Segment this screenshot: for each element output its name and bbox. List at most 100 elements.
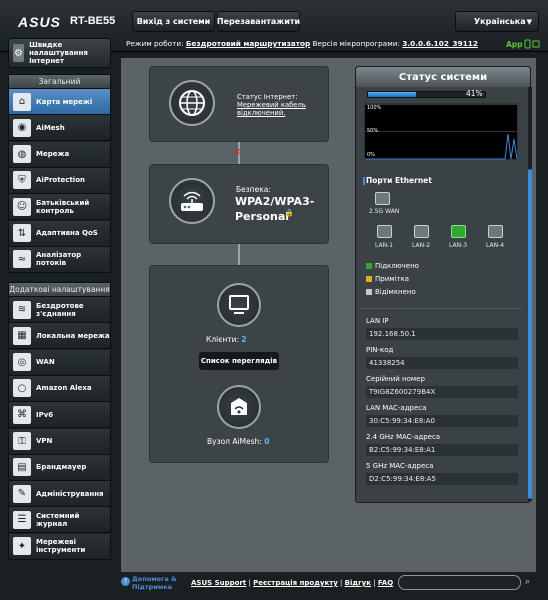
- quick-internet-setup-button[interactable]: ⚙ Швидке налаштування Інтернет: [8, 38, 111, 68]
- app-link[interactable]: App: [506, 40, 523, 49]
- wan-port-icon[interactable]: [375, 192, 390, 205]
- lan-port-icon[interactable]: [414, 225, 429, 238]
- firmware-link[interactable]: 3.0.0.6.102_39112: [402, 39, 478, 48]
- sidebar-item-parental[interactable]: ☺ Батьківський контроль: [8, 194, 111, 221]
- scrollbar-thumb[interactable]: [528, 169, 532, 499]
- sidebar-item-vpn[interactable]: ⚿ VPN: [8, 428, 111, 455]
- info-value: B2:C5:99:34:E8:A1: [366, 444, 518, 456]
- parental-icon: ☺: [13, 197, 31, 216]
- cpu-graph-line: [365, 133, 518, 160]
- ethernet-ports-title: Порти Ethernet: [366, 176, 432, 185]
- sidebar-item-tools[interactable]: ✦ Мережеві інструменти: [8, 533, 111, 560]
- sidebar-item-label: Бездротове з'єднання: [36, 301, 84, 318]
- lan-port-icon[interactable]: [451, 225, 466, 238]
- language-select[interactable]: Українська ▼: [455, 11, 539, 32]
- mode-label: Режим роботи:: [126, 39, 184, 48]
- sidebar-item-network-map[interactable]: ⌂ Карта мережі: [8, 89, 111, 115]
- sidebar-item-label: VPN: [36, 437, 53, 445]
- vpn-icon: ⚿: [13, 432, 31, 450]
- sidebar-item-label: Адміністрування: [36, 489, 104, 498]
- sidebar-item-ipv6[interactable]: ⌘ IPv6: [8, 402, 111, 429]
- sidebar-item-wireless[interactable]: ≋ Бездротове з'єднання: [8, 297, 111, 323]
- sidebar-item-lan[interactable]: ▦ Локальна мережа: [8, 323, 111, 350]
- help-icon[interactable]: ?: [121, 577, 130, 586]
- aimesh-count: Вузол AiMesh: 0: [207, 437, 269, 446]
- sep: |: [371, 579, 378, 587]
- legend-item: Відімкнено: [366, 288, 416, 296]
- router-icon[interactable]: [169, 178, 215, 224]
- info-value: 30:C5:99:34:E8:A0: [366, 415, 518, 427]
- logout-button[interactable]: Вихід з системи: [132, 11, 215, 32]
- info-value: 41338254: [366, 357, 518, 369]
- sidebar-item-wan[interactable]: ◎ WAN: [8, 349, 111, 376]
- info-label: LAN MAC-адреса: [366, 404, 427, 412]
- legend-item: Підключено: [366, 262, 419, 270]
- qos-icon: ⇅: [13, 224, 31, 242]
- clients-monitor-icon[interactable]: [217, 283, 261, 327]
- sidebar-item-aimesh[interactable]: ◉ AiMesh: [8, 115, 111, 142]
- sidebar-item-label: Аналізатор потоків: [36, 251, 82, 268]
- sidebar-item-alexa[interactable]: ○ Amazon Alexa: [8, 375, 111, 402]
- lan-port-icon[interactable]: [488, 225, 503, 238]
- search-input[interactable]: [398, 575, 521, 590]
- mode-link[interactable]: Бездротовий маршрутизатор: [186, 39, 310, 48]
- sidebar-item-label: Системний журнал: [36, 511, 80, 528]
- app-icons[interactable]: [524, 39, 540, 51]
- sidebar-item-log[interactable]: ☰ Системний журнал: [8, 507, 111, 534]
- aimesh-node-icon[interactable]: [217, 385, 261, 429]
- asus-support-link[interactable]: ASUS Support: [191, 579, 246, 587]
- status-scrollbar[interactable]: [528, 87, 532, 501]
- cpu-usage-fill: [368, 92, 416, 97]
- model-name: RT-BE55: [70, 15, 116, 27]
- tools-icon: ✦: [13, 537, 31, 556]
- legend-label: Відімкнено: [375, 288, 416, 296]
- sidebar-item-shield[interactable]: ⛨ AiProtection: [8, 167, 111, 194]
- aimesh-number[interactable]: 0: [264, 437, 269, 446]
- help-support-link[interactable]: Допомога & Підтримка: [132, 575, 184, 591]
- feedback-link[interactable]: Відгук: [345, 579, 371, 587]
- view-list-button[interactable]: Список переглядів: [199, 352, 279, 370]
- aimesh-icon: ◉: [13, 118, 31, 137]
- sidebar-item-label: Локальна мережа: [36, 331, 110, 340]
- disconnected-x-icon: ✕: [233, 147, 242, 158]
- info-label: 5 GHz MAC-адреса: [366, 462, 434, 470]
- wan-port-label: 2.5G WAN: [369, 208, 400, 215]
- legend-swatch: [366, 263, 372, 269]
- security-value[interactable]: WPA2/WPA3-Personal: [235, 194, 315, 224]
- legend-swatch: [366, 276, 372, 282]
- reboot-button[interactable]: Перезавантажити: [217, 11, 300, 32]
- section-marker: [363, 177, 365, 185]
- lan-port-label: LAN-2: [412, 242, 431, 249]
- clients-number[interactable]: 2: [241, 335, 246, 344]
- chevron-down-icon: ▼: [526, 18, 532, 26]
- alexa-icon: ○: [13, 379, 31, 398]
- asus-logo[interactable]: ASUS: [18, 14, 61, 30]
- lan-port-icon[interactable]: [377, 225, 392, 238]
- ipv6-icon: ⌘: [13, 405, 31, 424]
- sidebar-item-firewall[interactable]: ▤ Брандмауер: [8, 454, 111, 481]
- search-icon[interactable]: ⌕: [525, 577, 530, 587]
- internet-globe-icon[interactable]: [169, 80, 215, 126]
- clients-count: Клієнти: 2: [206, 335, 247, 344]
- advanced-section-header: Додаткові налаштування: [8, 282, 111, 297]
- sidebar-item-label: Мережа: [36, 150, 70, 159]
- lock-icon: 🔒: [285, 209, 294, 217]
- security-label: Безпека:: [236, 185, 271, 194]
- faq-link[interactable]: FAQ: [378, 579, 393, 587]
- info-label: Серійний номер: [366, 375, 425, 383]
- sidebar-item-qos[interactable]: ⇅ Адаптивна QoS: [8, 220, 111, 247]
- traffic-icon: ≈: [13, 250, 31, 269]
- sep: |: [337, 579, 345, 587]
- sidebar-item-traffic[interactable]: ≈ Аналізатор потоків: [8, 246, 111, 273]
- sidebar-item-globe[interactable]: ◍ Мережа: [8, 141, 111, 168]
- legend-label: Примітка: [375, 275, 410, 283]
- sidebar-item-label: Адаптивна QoS: [36, 229, 98, 237]
- info-value: T9IG8Z600279B4X: [366, 386, 518, 398]
- internet-status-link[interactable]: Мережевий кабель відключений.: [237, 101, 317, 117]
- sidebar-item-label: Карта мережі: [36, 97, 93, 106]
- lan-icon: ▦: [13, 326, 31, 345]
- product-registration-link[interactable]: Реєстрація продукту: [253, 579, 338, 587]
- log-icon: ☰: [13, 510, 31, 529]
- sidebar-item-label: IPv6: [36, 410, 54, 419]
- sidebar-item-admin[interactable]: ✎ Адміністрування: [8, 481, 111, 508]
